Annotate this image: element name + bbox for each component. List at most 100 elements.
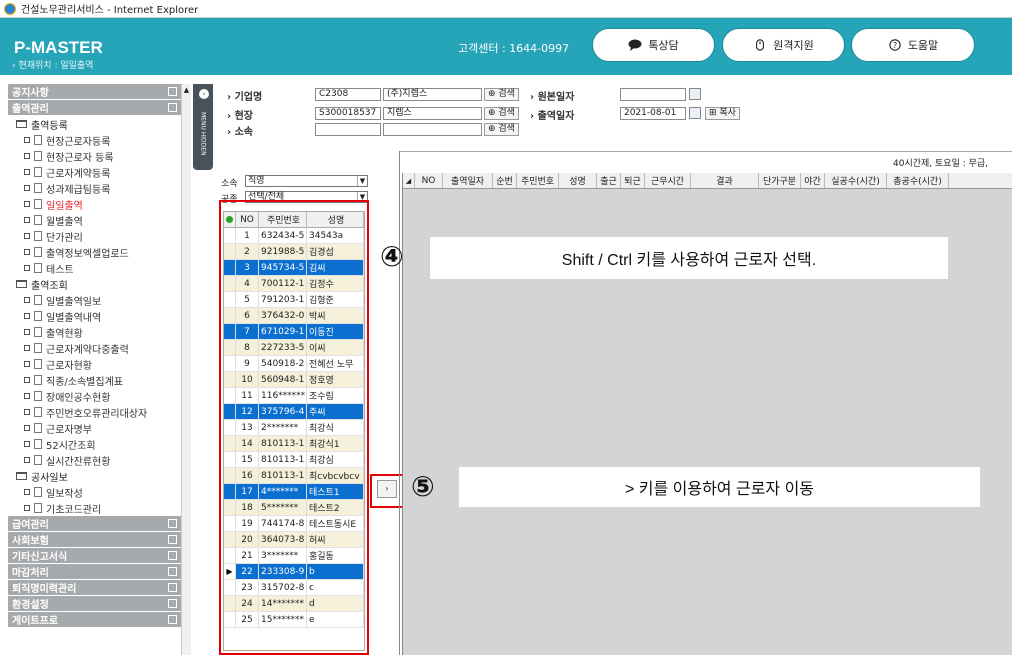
sidebar-item[interactable]: 근로자현황 [8, 356, 181, 372]
sidebar-section[interactable]: 급여관리 [8, 516, 181, 531]
sidebar-item[interactable]: 근로자계약다중출력 [8, 340, 181, 356]
site-search-label: 검색 [498, 108, 515, 118]
tree-node-icon [24, 233, 30, 239]
sidebar-item[interactable]: 현장근로자 등록 [8, 148, 181, 164]
sidebar-group[interactable]: 공사일보 [8, 468, 181, 484]
sidebar-item[interactable]: 기초코드관리 [8, 500, 181, 516]
scroll-up-icon[interactable]: ▲ [182, 86, 191, 94]
sidebar-item-label: 실시간잔류현황 [46, 456, 111, 468]
sidebar-item[interactable]: 현장근로자등록 [8, 132, 181, 148]
sidebar-scrollbar[interactable]: ▲ [181, 84, 191, 655]
col-header[interactable]: 실공수(시간) [825, 173, 887, 188]
col-header[interactable]: 순번 [493, 173, 517, 188]
company-code-input[interactable]: C2308 [315, 88, 381, 101]
expand-icon[interactable] [168, 599, 177, 608]
document-icon [34, 135, 42, 145]
svg-text:?: ? [893, 41, 897, 50]
collapse-arrow-icon[interactable]: ‹ [199, 89, 209, 99]
expand-icon[interactable] [168, 567, 177, 576]
sidebar-item[interactable]: 주민번호오류관리대상자 [8, 404, 181, 420]
sidebar-item[interactable]: 일별출역내역 [8, 308, 181, 324]
window-titlebar: 건설노무관리서비스 - Internet Explorer [0, 0, 1012, 18]
sidebar-item[interactable]: 출역정보엑셀업로드 [8, 244, 181, 260]
document-icon [34, 311, 42, 321]
sidebar-section[interactable]: 기타신고서식 [8, 548, 181, 563]
sidebar-section-label: 급여관리 [12, 520, 49, 531]
ie-icon [4, 2, 16, 15]
sidebar-item-label: 근로자명부 [46, 424, 92, 436]
sidebar-group[interactable]: 출역등록 [8, 116, 181, 132]
col-header[interactable]: 결과 [691, 173, 759, 188]
expand-icon[interactable] [168, 535, 177, 544]
sidebar-section[interactable]: 환경설정 [8, 596, 181, 611]
sidebar-section[interactable]: 퇴직명미력관리 [8, 580, 181, 595]
calendar-icon[interactable] [689, 107, 701, 119]
expand-icon[interactable] [168, 87, 177, 96]
site-search-button[interactable]: ⊕ 검색 [484, 107, 519, 120]
sidebar-section[interactable]: 게이트프로 [8, 612, 181, 627]
sidebar-item-label: 현장근로자 등록 [46, 152, 114, 164]
expand-icon[interactable] [168, 615, 177, 624]
col-header[interactable]: NO [415, 173, 443, 188]
sidebar-item[interactable]: 일별출역일보 [8, 292, 181, 308]
col-header[interactable]: 출근 [597, 173, 621, 188]
col-header[interactable]: 단가구분 [759, 173, 801, 188]
affiliation-name-input[interactable] [383, 123, 482, 136]
sidebar-section-label: 게이트프로 [12, 616, 58, 627]
col-header[interactable]: 성명 [559, 173, 597, 188]
sidebar-section[interactable]: 공지사항 [8, 84, 181, 99]
document-icon [34, 375, 42, 385]
expand-icon[interactable] [168, 103, 177, 112]
sidebar-section-label: 공지사항 [12, 88, 49, 99]
expand-icon[interactable] [168, 519, 177, 528]
base-date-input[interactable] [620, 88, 686, 101]
work-date-input[interactable]: 2021-08-01 [620, 107, 686, 120]
col-header[interactable]: 근무시간 [645, 173, 691, 188]
sidebar-section[interactable]: 출역관리 [8, 100, 181, 115]
affil-select[interactable]: 직영 ▼ [245, 175, 368, 187]
sidebar-item[interactable]: 월별출역 [8, 212, 181, 228]
sidebar-section[interactable]: 사회보험 [8, 532, 181, 547]
company-search-button[interactable]: ⊕ 검색 [484, 88, 519, 101]
copy-button[interactable]: ⊞ 복사 [705, 107, 740, 120]
sidebar-item[interactable]: 일일출역 [8, 196, 181, 212]
sidebar-item[interactable]: 일보작성 [8, 484, 181, 500]
sidebar-item[interactable]: 성과제급팀등록 [8, 180, 181, 196]
expand-icon[interactable] [168, 551, 177, 560]
affiliation-code-input[interactable] [315, 123, 381, 136]
remote-support-button[interactable]: 원격지원 [722, 28, 845, 62]
tree-node-icon [24, 201, 30, 207]
col-header[interactable]: 주민번호 [517, 173, 559, 188]
site-name-input[interactable]: 지렙스 [383, 107, 482, 120]
affiliation-search-button[interactable]: ⊕ 검색 [484, 123, 519, 136]
sidebar-item[interactable]: 근로자계약등록 [8, 164, 181, 180]
sidebar-item[interactable]: 단가관리 [8, 228, 181, 244]
site-label: › 현장 [227, 111, 254, 122]
calendar-icon[interactable] [689, 88, 701, 100]
company-name-input[interactable]: (주)지렙스 [383, 88, 482, 101]
sidebar-item[interactable]: 근로자명부 [8, 420, 181, 436]
dropdown-arrow-icon: ▼ [357, 176, 367, 186]
sidebar-group[interactable]: 출역조회 [8, 276, 181, 292]
help-label: 도움말 [907, 39, 939, 52]
talk-consult-button[interactable]: 톡상담 [592, 28, 715, 62]
expand-icon[interactable] [168, 583, 177, 592]
sidebar-item[interactable]: 52시간조회 [8, 436, 181, 452]
col-header[interactable]: 출역일자 [443, 173, 493, 188]
sidebar-item[interactable]: 장애인공수현황 [8, 388, 181, 404]
sidebar-item[interactable]: 직종/소속별집계표 [8, 372, 181, 388]
affil-filter-label: 소속 [221, 179, 238, 189]
sidebar-item[interactable]: 실시간잔류현황 [8, 452, 181, 468]
sidebar-section[interactable]: 마감처리 [8, 564, 181, 579]
sidebar-item[interactable]: 테스트 [8, 260, 181, 276]
move-right-button[interactable]: › [377, 480, 397, 498]
col-header[interactable]: 야간 [801, 173, 825, 188]
site-code-input[interactable]: S300018537 [315, 107, 381, 120]
help-button[interactable]: ? 도움말 [851, 28, 975, 62]
col-header[interactable]: 퇴근 [621, 173, 645, 188]
folder-icon [16, 120, 27, 128]
callout-step5: > 키를 이용하여 근로자 이동 [459, 467, 980, 507]
col-header[interactable]: 총공수(시간) [887, 173, 949, 188]
folder-icon [16, 280, 27, 288]
sidebar-item[interactable]: 출역현황 [8, 324, 181, 340]
